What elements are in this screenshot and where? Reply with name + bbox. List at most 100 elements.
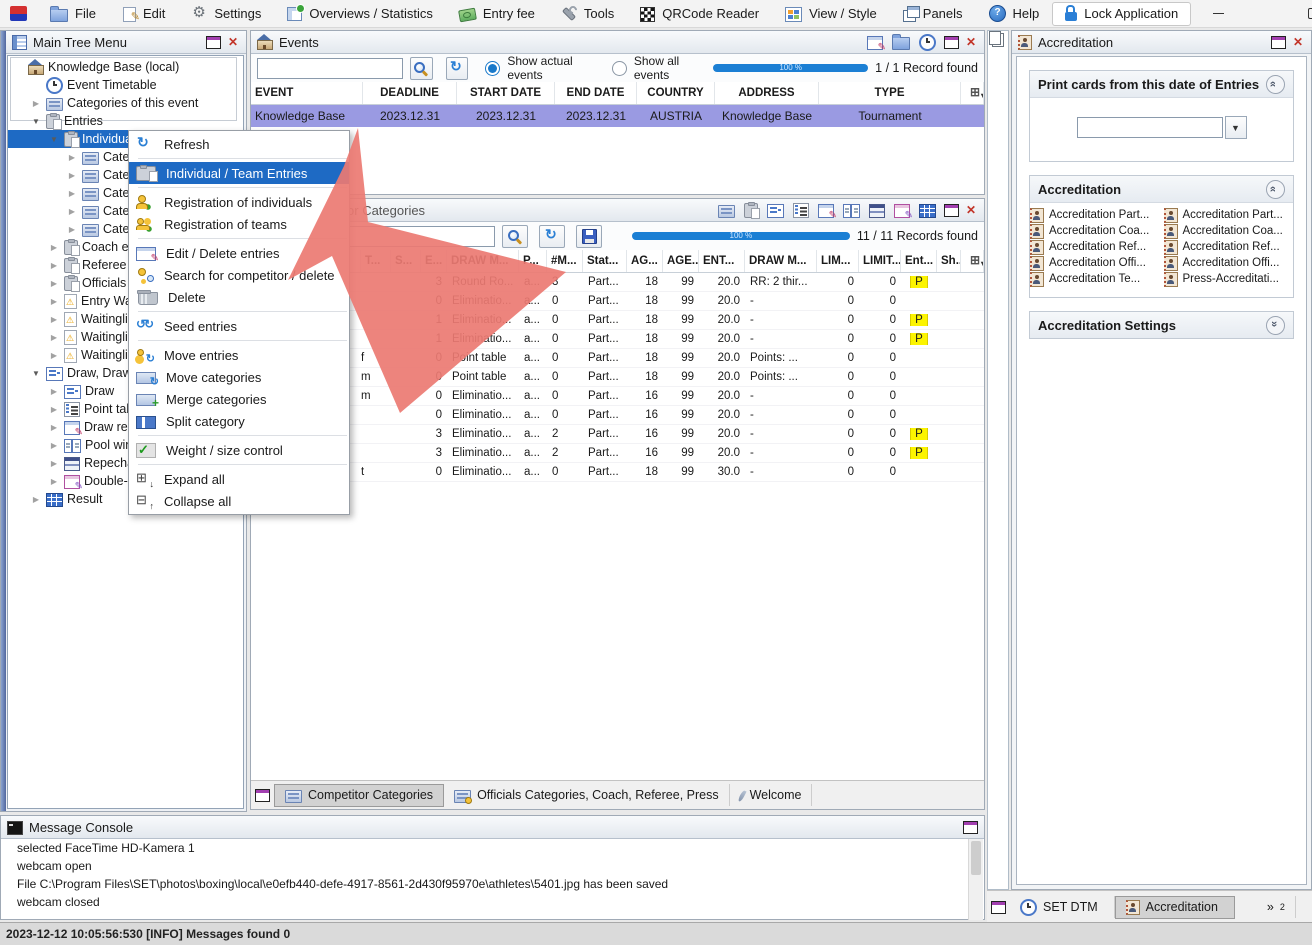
column-header[interactable]: DRAW M... (745, 250, 817, 272)
accreditation-card-item[interactable]: Accreditation Part... (1164, 207, 1294, 223)
dropdown-arrow-icon[interactable]: ▼ (1225, 116, 1247, 139)
category-row[interactable]: female f 0 Point table a... 0 Part... 18… (251, 349, 984, 368)
column-chooser-icon[interactable] (970, 250, 984, 272)
tab-welcome[interactable]: Welcome (730, 784, 813, 806)
context-item-edit-delete-entries[interactable]: Edit / Delete entries (129, 242, 349, 264)
window-icon[interactable] (944, 36, 959, 49)
column-header[interactable]: LIMIT... (859, 250, 901, 272)
context-item-move-entries[interactable]: Move entries (129, 344, 349, 366)
context-item-individual-team-entries[interactable]: Individual / Team Entries (129, 162, 349, 184)
draw-record-icon[interactable] (818, 204, 834, 218)
category-row[interactable]: m 0 Eliminatio... a... 0 Part... 16 99 2… (251, 387, 984, 406)
column-chooser-icon[interactable] (970, 82, 984, 104)
expand-arrow-icon[interactable] (48, 333, 60, 342)
close-icon[interactable] (965, 35, 978, 50)
window-icon[interactable] (1271, 36, 1286, 49)
event-row[interactable]: Knowledge Base 2023.12.31 2023.12.31 202… (251, 105, 984, 127)
context-item-merge-categories[interactable]: Merge categories (129, 388, 349, 410)
category-row[interactable]: male 3 Eliminatio... a... 2 Part... 16 9… (251, 444, 984, 463)
column-header[interactable]: LIM... (817, 250, 859, 272)
column-header[interactable]: E... (421, 250, 447, 272)
expand-arrow-icon[interactable] (48, 405, 60, 414)
tab-overflow[interactable]: »2 (1235, 896, 1296, 918)
expand-chevron-icon[interactable] (1266, 316, 1285, 335)
menu-overviews-statistics[interactable]: Overviews / Statistics (274, 1, 446, 27)
category-row[interactable]: male m 0 Point table a... 0 Part... 18 9… (251, 368, 984, 387)
menu-settings[interactable]: Settings (178, 1, 274, 27)
column-header[interactable]: #M... (547, 250, 583, 272)
menu-panels[interactable]: Panels (890, 1, 976, 27)
column-header[interactable]: ENT... (699, 250, 745, 272)
window-icon[interactable] (991, 901, 1006, 914)
context-item-refresh[interactable]: Refresh (129, 133, 349, 155)
context-item-split-category[interactable]: Split category (129, 410, 349, 432)
category-row[interactable]: 0 Eliminatio... a... 0 Part... 18 99 20.… (251, 292, 984, 311)
categories-refresh-button[interactable] (539, 225, 565, 248)
expand-arrow-icon[interactable] (30, 117, 42, 126)
expand-arrow-icon[interactable] (30, 99, 42, 108)
accreditation-card-item[interactable]: Accreditation Coa... (1164, 223, 1294, 239)
pool-winner-icon[interactable] (843, 204, 860, 218)
context-item-registration-of-teams[interactable]: Registration of teams (129, 213, 349, 235)
tree-item-event-timetable[interactable]: Event Timetable (8, 76, 243, 94)
expand-arrow-icon[interactable] (30, 495, 42, 504)
expand-arrow-icon[interactable] (48, 477, 60, 486)
accreditation-card-item[interactable]: Press-Accreditati... (1164, 271, 1294, 287)
open-folder-icon[interactable] (892, 37, 910, 50)
expand-arrow-icon[interactable] (48, 261, 60, 270)
result-icon[interactable] (919, 204, 936, 218)
column-header[interactable]: DRAW M... (447, 250, 519, 272)
menu-entry-fee[interactable]: Entry fee (446, 1, 548, 27)
context-item-weight-size-control[interactable]: Weight / size control (129, 439, 349, 461)
window-icon[interactable] (963, 821, 978, 834)
point-table-icon[interactable] (793, 203, 809, 218)
expand-arrow-icon[interactable] (48, 279, 60, 288)
column-header[interactable]: ADDRESS (715, 82, 819, 104)
context-item-delete[interactable]: Delete (129, 286, 349, 308)
show-actual-events-radio[interactable] (485, 61, 500, 76)
timetable-icon[interactable] (919, 34, 936, 51)
events-search-input[interactable] (257, 58, 403, 79)
scrollbar[interactable] (968, 839, 983, 920)
context-item-search-for-competitor-delete[interactable]: Search for competitor / delete (129, 264, 349, 286)
double-elim-icon[interactable] (894, 204, 910, 218)
column-header[interactable]: DEADLINE (363, 82, 457, 104)
accreditation-card-item[interactable]: Accreditation Offi... (1030, 255, 1160, 271)
categories-search-button[interactable] (502, 225, 528, 248)
expand-arrow-icon[interactable] (48, 441, 60, 450)
tree-item-knowledge-base[interactable]: Knowledge Base (local) (8, 58, 243, 76)
accreditation-card-item[interactable]: Accreditation Coa... (1030, 223, 1160, 239)
entries-icon[interactable] (744, 203, 758, 218)
column-header[interactable]: COUNTRY (637, 82, 715, 104)
collapse-chevron-icon[interactable] (1266, 75, 1285, 94)
expand-arrow-icon[interactable] (30, 369, 42, 378)
tree-item-entries[interactable]: Entries (8, 112, 243, 130)
categories-icon[interactable] (718, 205, 735, 218)
show-all-events-radio[interactable] (612, 61, 627, 76)
column-header[interactable]: EVENT (251, 82, 363, 104)
column-header[interactable]: Ent... (901, 250, 937, 272)
category-row[interactable]: 3 Round Ro... a... 3 Part... 18 99 20.0 … (251, 273, 984, 292)
context-item-registration-of-individuals[interactable]: Registration of individuals (129, 191, 349, 213)
category-row[interactable]: ry t 0 Eliminatio... a... 0 Part... 18 9… (251, 463, 984, 482)
expand-arrow-icon[interactable] (66, 189, 78, 198)
tab-officials-categories[interactable]: Officials Categories, Coach, Referee, Pr… (444, 784, 730, 806)
tab-accreditation[interactable]: Accreditation (1115, 896, 1235, 919)
column-header[interactable]: END DATE (555, 82, 637, 104)
expand-arrow-icon[interactable] (48, 243, 60, 252)
events-refresh-button[interactable] (446, 57, 469, 80)
window-icon[interactable] (255, 789, 270, 802)
context-item-seed-entries[interactable]: Seed entries (129, 315, 349, 337)
context-item-expand-all[interactable]: Expand all (129, 468, 349, 490)
entry-date-input[interactable] (1077, 117, 1223, 138)
context-item-collapse-all[interactable]: Collapse all (129, 490, 349, 512)
category-row[interactable]: 99508 Y... 1 Eliminatio... a... 0 Part..… (251, 330, 984, 349)
column-header[interactable]: AG... (627, 250, 663, 272)
expand-arrow-icon[interactable] (48, 351, 60, 360)
category-row[interactable]: female 3 Eliminatio... a... 2 Part... 16… (251, 425, 984, 444)
menu-file[interactable]: File (37, 1, 109, 27)
close-icon[interactable] (1292, 35, 1305, 50)
column-header[interactable]: AGE... (663, 250, 699, 272)
menu-edit[interactable]: Edit (109, 1, 178, 27)
tree-item-categories-of-event[interactable]: Categories of this event (8, 94, 243, 112)
